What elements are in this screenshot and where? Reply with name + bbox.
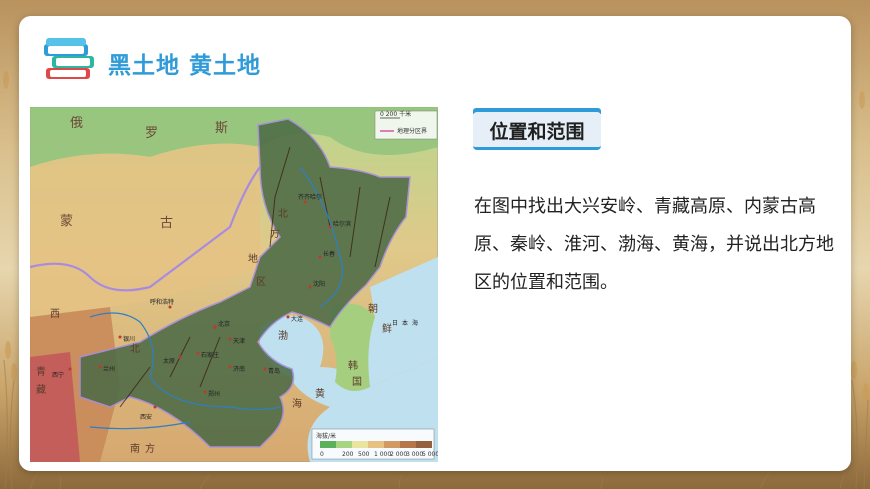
elevation-tick-label: 1 000 <box>374 451 391 458</box>
map-label-russia-1: 俄 <box>70 116 83 131</box>
map-label-qingzang-1: 青 <box>36 365 46 378</box>
elevation-swatch <box>320 441 336 448</box>
elevation-swatch <box>400 441 416 448</box>
city-tianjin: 天津 <box>233 338 245 345</box>
city-qiqihar: 齐齐哈尔 <box>298 193 322 201</box>
map-label-northwest-1: 西 <box>50 309 60 320</box>
city-xian: 西安 <box>140 413 152 421</box>
map-label-russia-2: 罗 <box>145 126 158 141</box>
boundary-legend-label: 地理分区界 <box>397 127 427 135</box>
elevation-swatch <box>336 441 352 448</box>
elevation-tick-label: 5 000 <box>422 451 438 458</box>
section-tag-label: 位置和范围 <box>489 121 585 143</box>
map-label-yellow-sea-1: 黄 <box>315 387 325 400</box>
map-label-mongolia-2: 古 <box>160 216 173 231</box>
city-lanzhou: 兰州 <box>103 365 115 373</box>
elevation-tick-label: 200 <box>342 451 354 458</box>
city-hohhot: 呼和浩特 <box>150 298 174 306</box>
map-label-sea-japan-1: 日 <box>392 320 398 327</box>
city-xining: 西宁 <box>52 371 64 379</box>
city-harbin: 哈尔滨 <box>333 220 351 228</box>
city-dalian: 大连 <box>291 315 303 323</box>
map-label-south-1: 南 <box>130 442 140 455</box>
question-paragraph: 在图中找出大兴安岭、青藏高原、内蒙古高原、秦岭、淮河、渤海、黄海，并说出北方地区… <box>474 196 834 293</box>
map-label-bohai-1: 渤 <box>278 329 288 342</box>
elevation-tick-label: 0 <box>320 451 324 458</box>
scale-text: 0 200 千米 <box>380 110 411 118</box>
map-label-sea-japan-2: 本 <box>402 319 408 327</box>
city-taiyuan: 太原 <box>163 357 175 365</box>
elevation-swatch <box>368 441 384 448</box>
elevation-tick-label: 3 000 <box>406 451 423 458</box>
city-beijing: 北京 <box>218 320 230 328</box>
elevation-swatch <box>384 441 400 448</box>
map-label-korea-2: 鲜 <box>382 322 392 335</box>
map-label-russia-3: 斯 <box>215 121 228 136</box>
city-shenyang: 沈阳 <box>313 280 325 288</box>
map-label-korea-1: 朝 <box>368 303 378 315</box>
slide-title: 黑土地 黄土地 <box>108 53 262 79</box>
map-label-sea-japan-3: 海 <box>412 319 418 327</box>
map-label-sea-2: 海 <box>292 397 302 410</box>
city-yinchuan: 银川 <box>123 335 135 343</box>
map-label-rok-1: 韩 <box>348 359 358 372</box>
map-label-south-2: 方 <box>145 442 155 455</box>
map-label-north-3: 地 <box>248 252 258 265</box>
map-label-north-1: 北 <box>278 208 288 220</box>
map-label-mongolia-1: 蒙 <box>60 214 73 229</box>
books-icon <box>44 38 94 79</box>
map-label-rok-2: 国 <box>352 376 362 388</box>
elevation-swatch <box>352 441 368 448</box>
city-changchun: 长春 <box>323 250 335 258</box>
elevation-swatch <box>416 441 432 448</box>
north-china-region-map: 俄 罗 斯 蒙 古 北 方 地 区 西 北 朝 鲜 日 本 海 韩 国 黄 渤 … <box>30 107 438 462</box>
city-zhengzhou: 郑州 <box>208 390 220 398</box>
city-qingdao: 青岛 <box>268 367 280 375</box>
map-label-qingzang-2: 藏 <box>36 384 46 396</box>
map-label-north-2: 方 <box>270 227 280 240</box>
section-tag: 位置和范围 <box>473 108 601 150</box>
elevation-legend-title: 海拔/米 <box>316 432 336 440</box>
city-jinan: 济南 <box>233 365 245 373</box>
map-label-north-4: 区 <box>256 276 266 288</box>
elevation-tick-label: 2 000 <box>390 451 407 458</box>
elevation-tick-label: 500 <box>358 451 370 458</box>
map-label-northwest-2: 北 <box>130 343 140 355</box>
city-shijiazhuang: 石家庄 <box>201 351 219 359</box>
